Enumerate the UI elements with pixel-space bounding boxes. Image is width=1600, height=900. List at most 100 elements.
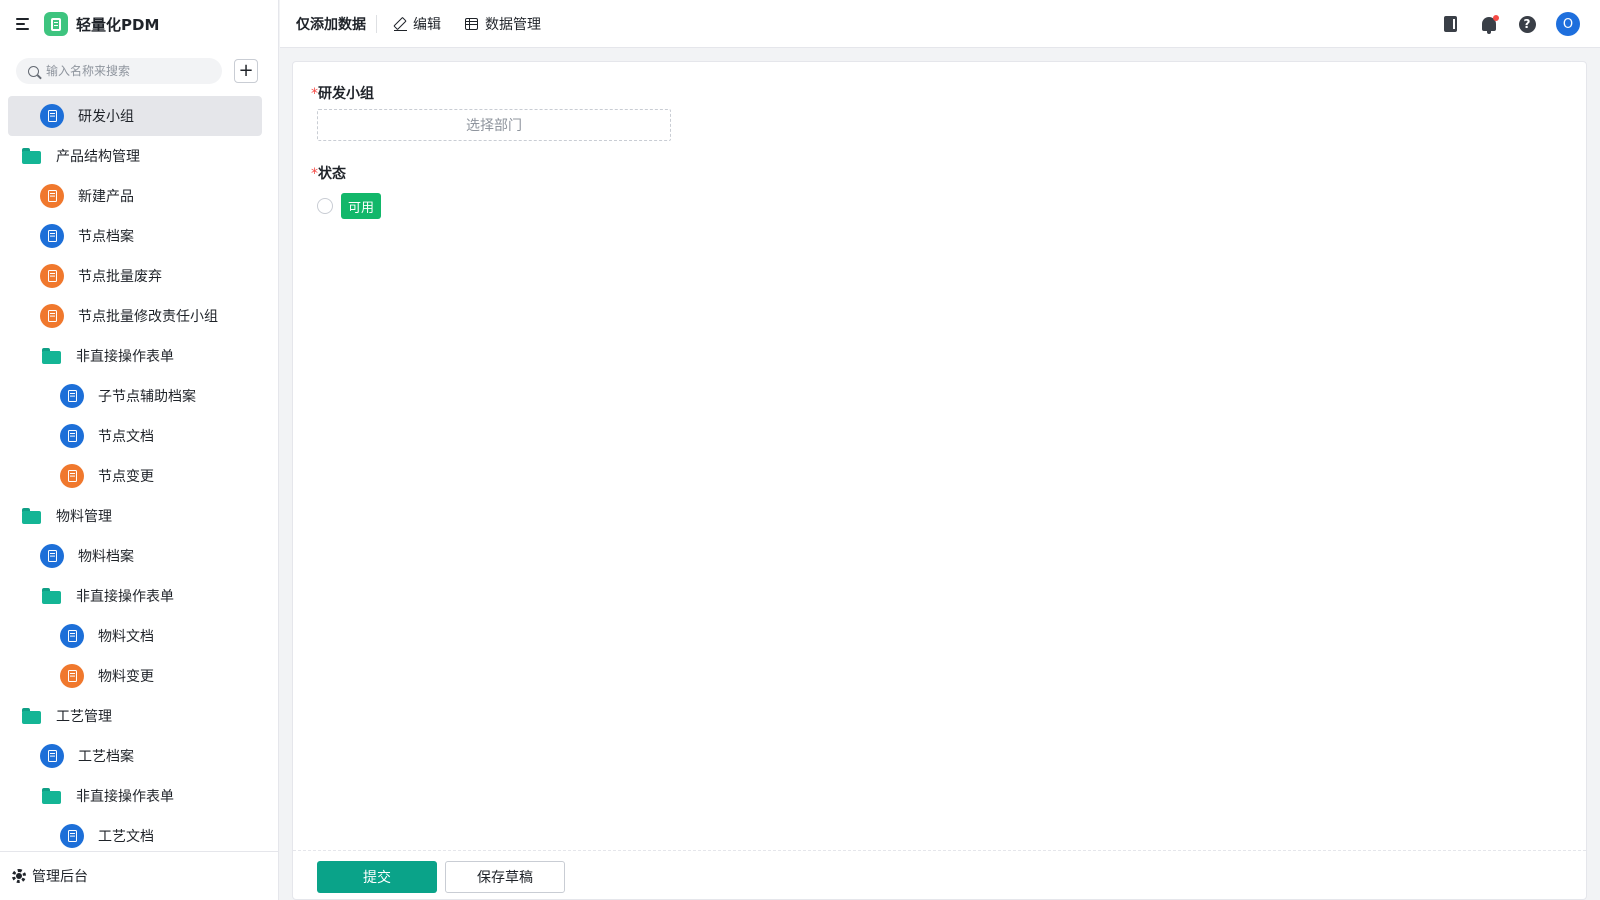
data-manage-label: 数据管理 bbox=[485, 17, 541, 33]
document-icon bbox=[40, 184, 64, 208]
status-field-label: *状态 bbox=[311, 163, 346, 183]
edit-icon bbox=[394, 18, 407, 31]
folder-icon bbox=[22, 148, 42, 164]
save-draft-button[interactable]: 保存草稿 bbox=[445, 861, 565, 893]
sidebar-item-node-change[interactable]: 节点变更 bbox=[60, 456, 154, 496]
form-card: *研发小组 选择部门 *状态 可用 提交 保存草稿 bbox=[292, 61, 1587, 900]
sidebar-item-label: 非直接操作表单 bbox=[76, 589, 174, 605]
edit-button[interactable]: 编辑 bbox=[394, 0, 441, 48]
app-logo-icon bbox=[44, 12, 68, 36]
topbar: 仅添加数据 编辑 数据管理 ? O bbox=[280, 0, 1600, 48]
sidebar-item-node-batch-discard[interactable]: 节点批量废弃 bbox=[40, 256, 162, 296]
status-label-text: 状态 bbox=[318, 166, 346, 182]
sidebar-item-label: 研发小组 bbox=[78, 109, 134, 125]
app-title: 轻量化PDM bbox=[76, 15, 160, 34]
topbar-divider bbox=[376, 15, 377, 33]
submit-button[interactable]: 提交 bbox=[317, 861, 437, 893]
department-select[interactable]: 选择部门 bbox=[317, 109, 671, 141]
sidebar-item-child-node-archive[interactable]: 子节点辅助档案 bbox=[60, 376, 196, 416]
sidebar-folder-indirect-forms[interactable]: 非直接操作表单 bbox=[42, 336, 174, 376]
sidebar-item-label: 物料管理 bbox=[56, 509, 112, 525]
app-header: 轻量化PDM bbox=[0, 0, 279, 48]
search-icon bbox=[28, 65, 39, 77]
search-row: + bbox=[16, 58, 258, 84]
nav-tree: 研发小组 产品结构管理 新建产品 节点档案 节点批量废弃 节点批量修改责任小组 … bbox=[0, 96, 279, 849]
sidebar-item-label: 非直接操作表单 bbox=[76, 789, 174, 805]
document-icon bbox=[60, 424, 84, 448]
search-input[interactable] bbox=[46, 64, 216, 78]
sidebar-item-label: 节点批量废弃 bbox=[78, 269, 162, 285]
sidebar-item-label: 节点档案 bbox=[78, 229, 134, 245]
folder-icon bbox=[42, 788, 62, 804]
sidebar-item-label: 产品结构管理 bbox=[56, 149, 140, 165]
group-label-text: 研发小组 bbox=[318, 86, 374, 102]
help-icon: ? bbox=[1518, 15, 1536, 33]
data-manage-button[interactable]: 数据管理 bbox=[465, 0, 541, 48]
sidebar-item-new-product[interactable]: 新建产品 bbox=[40, 176, 134, 216]
document-icon bbox=[60, 624, 84, 648]
search-box[interactable] bbox=[16, 58, 222, 84]
table-icon bbox=[465, 18, 478, 30]
document-icon bbox=[40, 304, 64, 328]
document-icon bbox=[60, 664, 84, 688]
folder-icon bbox=[22, 508, 42, 524]
sidebar-item-label: 新建产品 bbox=[78, 189, 134, 205]
add-button[interactable]: + bbox=[234, 59, 258, 83]
sidebar-item-label: 工艺档案 bbox=[78, 749, 134, 765]
sidebar-item-label: 节点批量修改责任小组 bbox=[78, 309, 218, 325]
menu-toggle-icon[interactable] bbox=[16, 17, 34, 31]
status-option-tag[interactable]: 可用 bbox=[341, 193, 382, 219]
help-button[interactable]: ? bbox=[1517, 14, 1537, 34]
sidebar-item-process-document[interactable]: 工艺文档 bbox=[60, 816, 154, 849]
notebook-icon bbox=[1443, 16, 1457, 32]
sidebar-item-label: 节点文档 bbox=[98, 429, 154, 445]
sidebar-folder-indirect-forms[interactable]: 非直接操作表单 bbox=[42, 576, 174, 616]
gear-icon bbox=[12, 869, 26, 883]
page-title: 仅添加数据 bbox=[296, 17, 366, 33]
sidebar-item-label: 子节点辅助档案 bbox=[98, 389, 196, 405]
sidebar-item-label: 工艺管理 bbox=[56, 709, 112, 725]
required-mark: * bbox=[311, 86, 318, 102]
avatar[interactable]: O bbox=[1556, 12, 1580, 36]
document-icon bbox=[60, 824, 84, 848]
sidebar-item-research-group[interactable]: 研发小组 bbox=[8, 96, 262, 136]
sidebar-item-label: 物料变更 bbox=[98, 669, 154, 685]
edit-label: 编辑 bbox=[413, 17, 441, 33]
sidebar-folder-indirect-forms[interactable]: 非直接操作表单 bbox=[42, 776, 174, 816]
sidebar-folder-process[interactable]: 工艺管理 bbox=[22, 696, 112, 736]
sidebar-item-node-batch-modify-group[interactable]: 节点批量修改责任小组 bbox=[40, 296, 218, 336]
sidebar-item-node-archive[interactable]: 节点档案 bbox=[40, 216, 134, 256]
sidebar-item-node-document[interactable]: 节点文档 bbox=[60, 416, 154, 456]
sidebar-item-process-archive[interactable]: 工艺档案 bbox=[40, 736, 134, 776]
sidebar-folder-material[interactable]: 物料管理 bbox=[22, 496, 112, 536]
notebook-button[interactable] bbox=[1440, 14, 1460, 34]
document-icon bbox=[40, 264, 64, 288]
unread-dot bbox=[1493, 15, 1499, 21]
folder-icon bbox=[42, 348, 62, 364]
notification-button[interactable] bbox=[1479, 14, 1499, 34]
sidebar-item-material-change[interactable]: 物料变更 bbox=[60, 656, 154, 696]
sidebar-folder-product-structure[interactable]: 产品结构管理 bbox=[22, 136, 140, 176]
folder-icon bbox=[22, 708, 42, 724]
folder-icon bbox=[42, 588, 62, 604]
sidebar-item-label: 非直接操作表单 bbox=[76, 349, 174, 365]
document-icon bbox=[60, 384, 84, 408]
status-radio[interactable] bbox=[317, 198, 333, 214]
document-icon bbox=[60, 464, 84, 488]
document-icon bbox=[40, 544, 64, 568]
sidebar-item-label: 物料文档 bbox=[98, 629, 154, 645]
required-mark: * bbox=[311, 166, 318, 182]
form-footer: 提交 保存草稿 bbox=[293, 850, 1586, 899]
admin-console-link[interactable]: 管理后台 bbox=[0, 851, 279, 900]
admin-console-label: 管理后台 bbox=[32, 869, 88, 885]
group-field-label: *研发小组 bbox=[311, 83, 374, 103]
document-icon bbox=[40, 224, 64, 248]
sidebar-item-label: 物料档案 bbox=[78, 549, 134, 565]
sidebar-item-material-archive[interactable]: 物料档案 bbox=[40, 536, 134, 576]
sidebar-item-material-document[interactable]: 物料文档 bbox=[60, 616, 154, 656]
sidebar-item-label: 节点变更 bbox=[98, 469, 154, 485]
document-icon bbox=[40, 744, 64, 768]
sidebar-item-label: 工艺文档 bbox=[98, 829, 154, 845]
sidebar: 轻量化PDM + 研发小组 产品结构管理 新建产品 节点档案 节点批量废弃 bbox=[0, 0, 279, 900]
document-icon bbox=[40, 104, 64, 128]
